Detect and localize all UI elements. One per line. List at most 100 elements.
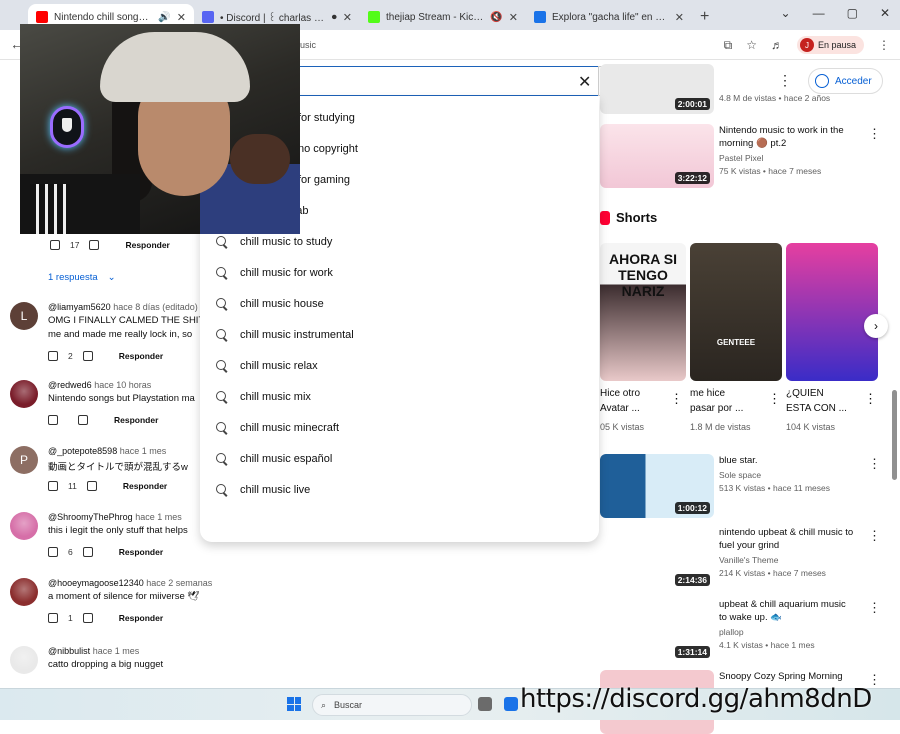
- profile-button[interactable]: J En pausa: [796, 36, 864, 54]
- video-channel[interactable]: Sole space: [719, 469, 869, 482]
- comment-author[interactable]: @nibbulist hace 1 mes: [48, 646, 139, 656]
- tab-close-icon[interactable]: ✕: [675, 11, 684, 24]
- dislike-icon[interactable]: [82, 547, 93, 557]
- comment-author[interactable]: @liamyam5620 hace 8 días (editado): [48, 302, 198, 312]
- video-menu-icon[interactable]: ⋮: [868, 126, 881, 142]
- file-explorer-icon[interactable]: [478, 697, 492, 711]
- like-icon[interactable]: [48, 481, 58, 491]
- page-scrollbar[interactable]: [892, 390, 897, 480]
- reply-button[interactable]: Responder: [119, 613, 163, 623]
- tab-close-icon[interactable]: ✕: [509, 11, 518, 24]
- suggestion-item[interactable]: chill music instrumental: [216, 329, 354, 341]
- comment-author[interactable]: @_potepote8598 hace 1 mes: [48, 446, 166, 456]
- sign-in-button[interactable]: Acceder: [808, 68, 883, 94]
- suggestion-item[interactable]: chill music to study: [216, 236, 332, 248]
- short-title[interactable]: Hice otro: [600, 387, 678, 401]
- comment-username[interactable]: @redwed6: [48, 380, 92, 390]
- video-channel[interactable]: plallop: [719, 626, 869, 639]
- replies-toggle[interactable]: 1 respuesta ⌄: [48, 272, 116, 283]
- new-tab-button[interactable]: +: [700, 8, 709, 26]
- short-thumbnail[interactable]: GENTEEE: [690, 243, 782, 381]
- reply-button[interactable]: Responder: [119, 351, 163, 361]
- reply-button[interactable]: Responder: [119, 547, 163, 557]
- video-title[interactable]: nintendo upbeat & chill music to: [719, 526, 869, 539]
- video-channel[interactable]: Vanille's Theme: [719, 554, 869, 567]
- suggestion-item[interactable]: chill music mix: [216, 391, 311, 403]
- video-thumbnail[interactable]: 1:00:12: [600, 454, 714, 518]
- comment-author[interactable]: @ShroomyThePhrog hace 1 mes: [48, 512, 182, 522]
- video-title[interactable]: morning 🟤 pt.2: [719, 137, 869, 150]
- video-menu-icon[interactable]: ⋮: [868, 528, 881, 544]
- comment-author[interactable]: @redwed6 hace 10 horas: [48, 380, 151, 390]
- comment-avatar[interactable]: L: [10, 302, 38, 330]
- comment-author[interactable]: @hooeymagoose12340 hace 2 semanas: [48, 578, 212, 588]
- short-title[interactable]: Avatar ...: [600, 402, 678, 416]
- suggestion-item[interactable]: chill music relax: [216, 360, 318, 372]
- short-menu-icon[interactable]: ⋮: [864, 391, 877, 407]
- video-title[interactable]: fuel your grind: [719, 539, 869, 552]
- suggestion-item[interactable]: chill music for work: [216, 267, 333, 279]
- comment-username[interactable]: @nibbulist: [48, 646, 90, 656]
- browser-menu-icon[interactable]: ⋮: [878, 38, 890, 52]
- video-title[interactable]: blue star.: [719, 454, 869, 467]
- suggestion-item[interactable]: chill music live: [216, 484, 310, 496]
- video-title[interactable]: to wake up. 🐟: [719, 611, 869, 624]
- short-title[interactable]: ¿QUIEN: [786, 387, 864, 401]
- comment-username[interactable]: @_potepote8598: [48, 446, 117, 456]
- video-title[interactable]: Nintendo music to work in the: [719, 124, 869, 137]
- browser-tab[interactable]: Explora "gacha life" en Roblox ✕: [526, 4, 692, 30]
- tab-audio-icon[interactable]: 🔊: [158, 12, 170, 23]
- short-menu-icon[interactable]: ⋮: [670, 391, 683, 407]
- comment-avatar[interactable]: [10, 578, 38, 606]
- shorts-next-button[interactable]: ›: [864, 314, 888, 338]
- edge-icon[interactable]: [504, 697, 518, 711]
- video-title[interactable]: upbeat & chill aquarium music: [719, 598, 869, 611]
- windows-start-icon[interactable]: [287, 697, 301, 711]
- browser-tab[interactable]: thejiap Stream - Kick Dashboard 🔇 ✕: [360, 4, 526, 30]
- short-title[interactable]: pasar por ...: [690, 402, 768, 416]
- short-title[interactable]: ESTA CON ...: [786, 402, 864, 416]
- video-title[interactable]: Snoopy Cozy Spring Morning: [719, 670, 869, 683]
- comment-username[interactable]: @hooeymagoose12340: [48, 578, 144, 588]
- comment-username[interactable]: @liamyam5620: [48, 302, 111, 312]
- settings-menu-icon[interactable]: ⋮: [778, 72, 792, 89]
- video-channel[interactable]: Pastel Pixel: [719, 152, 869, 165]
- clear-search-icon[interactable]: ✕: [578, 72, 591, 92]
- reply-button[interactable]: Responder: [123, 481, 167, 491]
- like-icon[interactable]: [48, 351, 58, 361]
- tab-close-icon[interactable]: ✕: [343, 11, 352, 24]
- maximize-button[interactable]: ▢: [847, 6, 858, 20]
- short-title[interactable]: me hice: [690, 387, 768, 401]
- taskbar-search[interactable]: ⌕ Buscar: [312, 694, 472, 716]
- video-thumbnail[interactable]: 1:31:14: [600, 598, 714, 662]
- dislike-icon[interactable]: [78, 415, 88, 425]
- comment-username[interactable]: @ShroomyThePhrog: [48, 512, 133, 522]
- reply-button[interactable]: Responder: [114, 415, 158, 425]
- video-menu-icon[interactable]: ⋮: [868, 600, 881, 616]
- video-thumbnail[interactable]: 2:14:36: [600, 526, 714, 590]
- like-icon[interactable]: [50, 240, 60, 250]
- like-icon[interactable]: [48, 613, 58, 623]
- tab-close-icon[interactable]: ✕: [177, 11, 186, 24]
- suggestion-item[interactable]: chill music house: [216, 298, 324, 310]
- video-thumbnail[interactable]: 2:00:01: [600, 64, 714, 114]
- suggestion-item[interactable]: for studying: [298, 112, 355, 124]
- close-window-button[interactable]: ✕: [880, 6, 890, 20]
- reply-button[interactable]: Responder: [125, 240, 169, 250]
- short-thumbnail[interactable]: [786, 243, 878, 381]
- video-thumbnail[interactable]: 3:22:12: [600, 124, 714, 188]
- comment-avatar[interactable]: [10, 646, 38, 674]
- like-icon[interactable]: [48, 547, 58, 557]
- bookmark-star-icon[interactable]: ☆: [746, 38, 757, 52]
- short-menu-icon[interactable]: ⋮: [768, 391, 781, 407]
- tab-search-icon[interactable]: ⌄: [781, 6, 791, 20]
- tab-audio-icon[interactable]: ⏺: [332, 12, 337, 23]
- video-menu-icon[interactable]: ⋮: [868, 456, 881, 472]
- comment-avatar[interactable]: P: [10, 446, 38, 474]
- suggestion-item[interactable]: no copyright: [298, 143, 358, 155]
- install-icon[interactable]: ⧉: [724, 38, 733, 53]
- suggestion-item[interactable]: for gaming: [298, 174, 350, 186]
- comment-avatar[interactable]: [10, 380, 38, 408]
- suggestion-item[interactable]: chill music minecraft: [216, 422, 339, 434]
- suggestion-item[interactable]: chill music español: [216, 453, 332, 465]
